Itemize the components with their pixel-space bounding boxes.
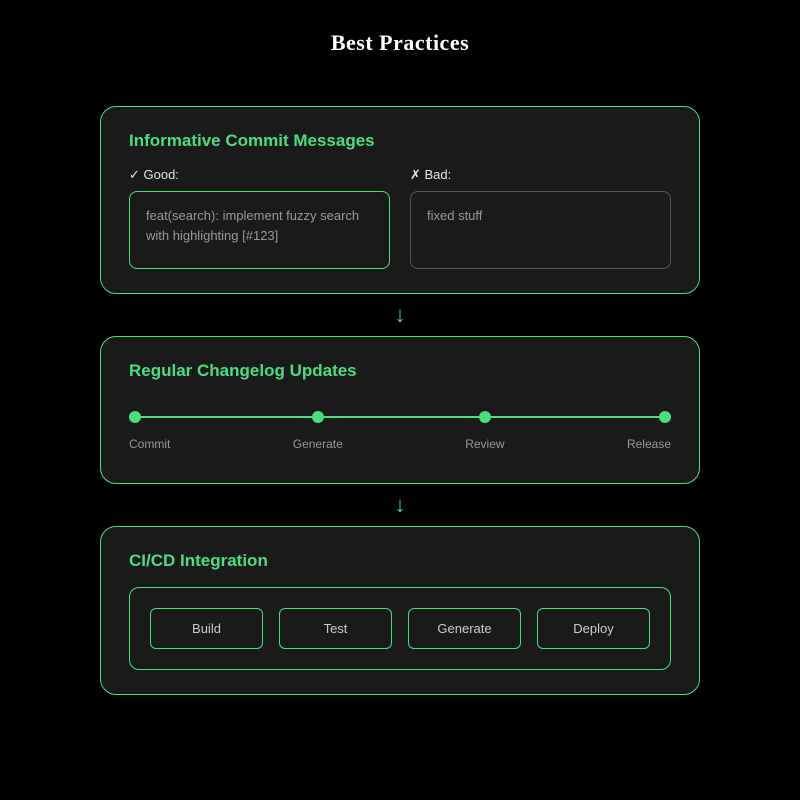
timeline-point: Release — [627, 411, 671, 451]
timeline-label: Generate — [293, 437, 343, 451]
arrow-down-icon: ↓ — [100, 294, 700, 336]
timeline-dot-icon — [129, 411, 141, 423]
card-title-changelog: Regular Changelog Updates — [129, 361, 671, 381]
pipeline-step: Generate — [408, 608, 521, 649]
pipeline-step: Build — [150, 608, 263, 649]
timeline-dot-icon — [312, 411, 324, 423]
timeline-point: Review — [465, 411, 504, 451]
timeline-label: Release — [627, 437, 671, 451]
card-cicd-integration: CI/CD Integration Build Test Generate De… — [100, 526, 700, 695]
timeline: Commit Generate Review Release — [129, 411, 671, 451]
pipeline-step: Deploy — [537, 608, 650, 649]
timeline-label: Review — [465, 437, 504, 451]
timeline-dot-icon — [659, 411, 671, 423]
good-commit-column: ✓ Good: feat(search): implement fuzzy se… — [129, 167, 390, 269]
arrow-down-icon: ↓ — [100, 484, 700, 526]
card-title-cicd: CI/CD Integration — [129, 551, 671, 571]
pipeline-step: Test — [279, 608, 392, 649]
bad-commit-column: ✗ Bad: fixed stuff — [410, 167, 671, 269]
timeline-dot-icon — [479, 411, 491, 423]
bad-label: ✗ Bad: — [410, 167, 671, 183]
bad-commit-example: fixed stuff — [410, 191, 671, 269]
pipeline-box: Build Test Generate Deploy — [129, 587, 671, 670]
card-commit-messages: Informative Commit Messages ✓ Good: feat… — [100, 106, 700, 294]
good-label: ✓ Good: — [129, 167, 390, 183]
timeline-point: Commit — [129, 411, 170, 451]
timeline-point: Generate — [293, 411, 343, 451]
page-title: Best Practices — [100, 30, 700, 56]
card-changelog-updates: Regular Changelog Updates Commit Generat… — [100, 336, 700, 484]
card-title-commit: Informative Commit Messages — [129, 131, 671, 151]
timeline-label: Commit — [129, 437, 170, 451]
good-commit-example: feat(search): implement fuzzy search wit… — [129, 191, 390, 269]
